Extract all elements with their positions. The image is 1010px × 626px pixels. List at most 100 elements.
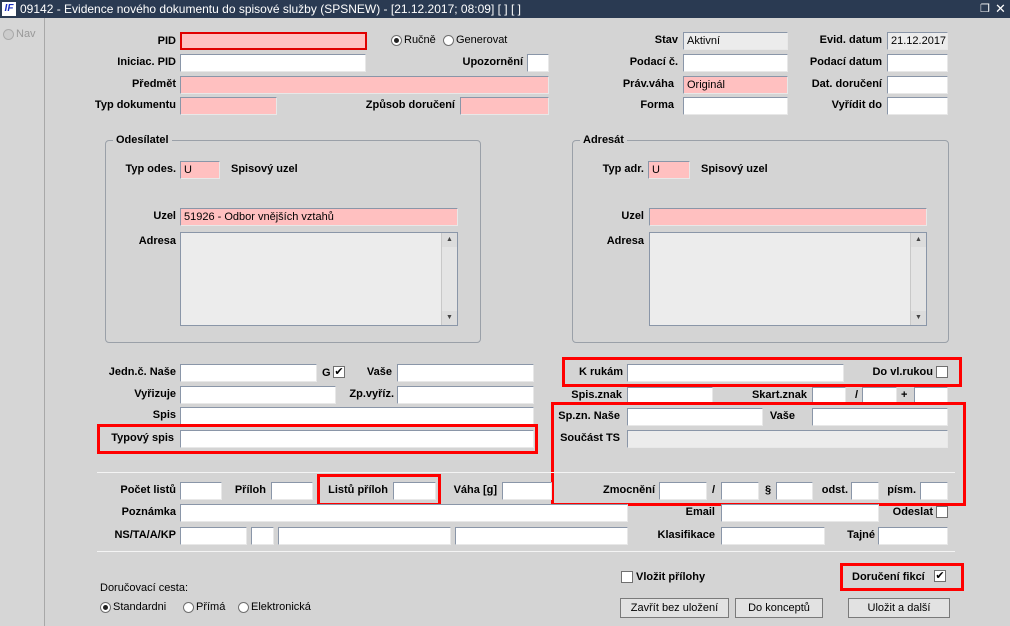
doruceni-fikci-checkbox[interactable]: ✔: [934, 570, 946, 582]
poznamka-label: Poznámka: [121, 506, 176, 518]
zavrit-bez-ulozeni-button[interactable]: Zavřít bez uložení: [620, 598, 729, 618]
g-checkbox[interactable]: ✔: [333, 366, 345, 378]
rucne-radio[interactable]: [391, 35, 402, 46]
klasifikace-input[interactable]: [721, 527, 825, 545]
poznamka-input[interactable]: [180, 504, 628, 522]
upozorneni-input[interactable]: [527, 54, 549, 72]
odeslat-label: Odeslat: [892, 506, 933, 518]
typ-dokumentu-input[interactable]: [180, 97, 277, 115]
cesta-prima-radio[interactable]: [183, 602, 194, 613]
typ-odes-text: Spisový uzel: [231, 163, 298, 175]
pism-input[interactable]: [920, 482, 948, 500]
restore-icon[interactable]: ❐: [980, 0, 990, 18]
cesta-prima-label: Přímá: [196, 601, 226, 613]
scrollbar[interactable]: ▲ ▼: [910, 233, 926, 325]
a-input[interactable]: [278, 527, 451, 545]
zmocneni-input-2[interactable]: [721, 482, 759, 500]
vyrizuje-label: Vyřizuje: [134, 388, 176, 400]
zpusob-doruceni-label: Způsob doručení: [365, 99, 455, 111]
k-rukam-input[interactable]: [627, 364, 844, 382]
iniciac-pid-input[interactable]: [180, 54, 366, 72]
tajne-label: Tajné: [847, 529, 875, 541]
email-input[interactable]: [721, 504, 879, 522]
typ-adr-input[interactable]: U: [648, 161, 690, 179]
do-vl-rukou-checkbox[interactable]: [936, 366, 948, 378]
priloh-label: Příloh: [234, 484, 266, 496]
ns-input[interactable]: [180, 527, 247, 545]
cesta-standardni-radio[interactable]: [100, 602, 111, 613]
adresa-adr-textarea[interactable]: ▲ ▼: [649, 232, 927, 326]
close-icon[interactable]: ✕: [995, 0, 1006, 18]
podaci-cislo-input[interactable]: [683, 54, 788, 72]
tajne-input[interactable]: [878, 527, 948, 545]
vlozit-prilohy-checkbox[interactable]: [621, 571, 633, 583]
odesilatel-legend: Odesílatel: [113, 133, 172, 147]
pocet-listu-label: Počet listů: [120, 484, 176, 496]
pism-label: písm.: [887, 484, 916, 496]
pid-label: PID: [157, 35, 176, 47]
prav-vaha-input[interactable]: Originál: [683, 76, 788, 94]
ulozit-a-dalsi-button[interactable]: Uložit a další: [848, 598, 950, 618]
dat-doruceni-input[interactable]: [887, 76, 948, 94]
cesta-elektronicka-radio[interactable]: [238, 602, 249, 613]
odeslat-checkbox[interactable]: [936, 506, 948, 518]
klasifikace-label: Klasifikace: [657, 529, 715, 541]
generovat-radio[interactable]: [443, 35, 454, 46]
spzn-vase-label: Vaše: [769, 410, 795, 422]
do-konceptu-button[interactable]: Do konceptů: [735, 598, 823, 618]
podaci-datum-input[interactable]: [887, 54, 948, 72]
pid-input[interactable]: [180, 32, 367, 50]
ta-input[interactable]: [251, 527, 274, 545]
zmocneni-slash: /: [712, 484, 716, 496]
uzel-adr-label: Uzel: [621, 210, 644, 222]
predmet-input[interactable]: [180, 76, 549, 94]
title-bar: IF 09142 - Evidence nového dokumentu do …: [0, 0, 1010, 18]
spzn-vase-input[interactable]: [812, 408, 948, 426]
vyrizuje-input[interactable]: [180, 386, 336, 404]
ns-ta-a-kp-label: NS/TA/A/KP: [114, 529, 176, 541]
kp-input[interactable]: [455, 527, 628, 545]
dat-doruceni-label: Dat. doručení: [811, 78, 882, 90]
adresa-textarea[interactable]: ▲ ▼: [180, 232, 458, 326]
zpusob-doruceni-input[interactable]: [460, 97, 549, 115]
paragraph-input[interactable]: [776, 482, 813, 500]
evid-datum-input[interactable]: 21.12.2017: [887, 32, 948, 50]
forma-input[interactable]: [683, 97, 788, 115]
iniciac-pid-label: Iniciac. PID: [117, 56, 176, 68]
soucast-ts-input[interactable]: [627, 430, 948, 448]
dorucovaci-cesta-label: Doručovací cesta:: [100, 582, 189, 594]
spzn-nase-input[interactable]: [627, 408, 763, 426]
spis-input[interactable]: [180, 407, 534, 425]
email-label: Email: [685, 506, 715, 518]
rucne-label: Ručně: [404, 34, 436, 46]
adresa-label: Adresa: [138, 235, 176, 247]
typ-dokumentu-label: Typ dokumentu: [94, 99, 176, 111]
stav-input[interactable]: Aktivní: [683, 32, 788, 50]
vaha-input[interactable]: [502, 482, 552, 500]
uzel-adr-input[interactable]: [649, 208, 927, 226]
uzel-input[interactable]: 51926 - Odbor vnějších vztahů: [180, 208, 458, 226]
adresat-legend: Adresát: [580, 133, 627, 147]
priloh-input[interactable]: [271, 482, 313, 500]
prav-vaha-label: Práv.váha: [622, 78, 674, 90]
jedn-nase-label: Jedn.č. Naše: [108, 366, 176, 378]
scrollbar[interactable]: ▲ ▼: [441, 233, 457, 325]
listu-priloh-input[interactable]: [393, 482, 436, 500]
cesta-standardni-label: Standardni: [113, 601, 167, 613]
typ-odes-input[interactable]: U: [180, 161, 220, 179]
nav-radio[interactable]: [3, 29, 14, 40]
stav-label: Stav: [654, 34, 678, 46]
vase-input[interactable]: [397, 364, 534, 382]
jedn-nase-input[interactable]: [180, 364, 317, 382]
k-rukam-label: K rukám: [578, 366, 623, 378]
typovy-spis-input[interactable]: [180, 430, 534, 448]
odst-input[interactable]: [851, 482, 879, 500]
vlozit-prilohy-label: Vložit přílohy: [636, 571, 706, 583]
pocet-listu-input[interactable]: [180, 482, 222, 500]
generovat-label: Generovat: [456, 34, 508, 46]
vyridit-do-input[interactable]: [887, 97, 948, 115]
nav-label: Nav: [16, 28, 36, 40]
adresa-adr-label: Adresa: [606, 235, 644, 247]
zmocneni-input-1[interactable]: [659, 482, 707, 500]
zp-vyriz-input[interactable]: [397, 386, 534, 404]
